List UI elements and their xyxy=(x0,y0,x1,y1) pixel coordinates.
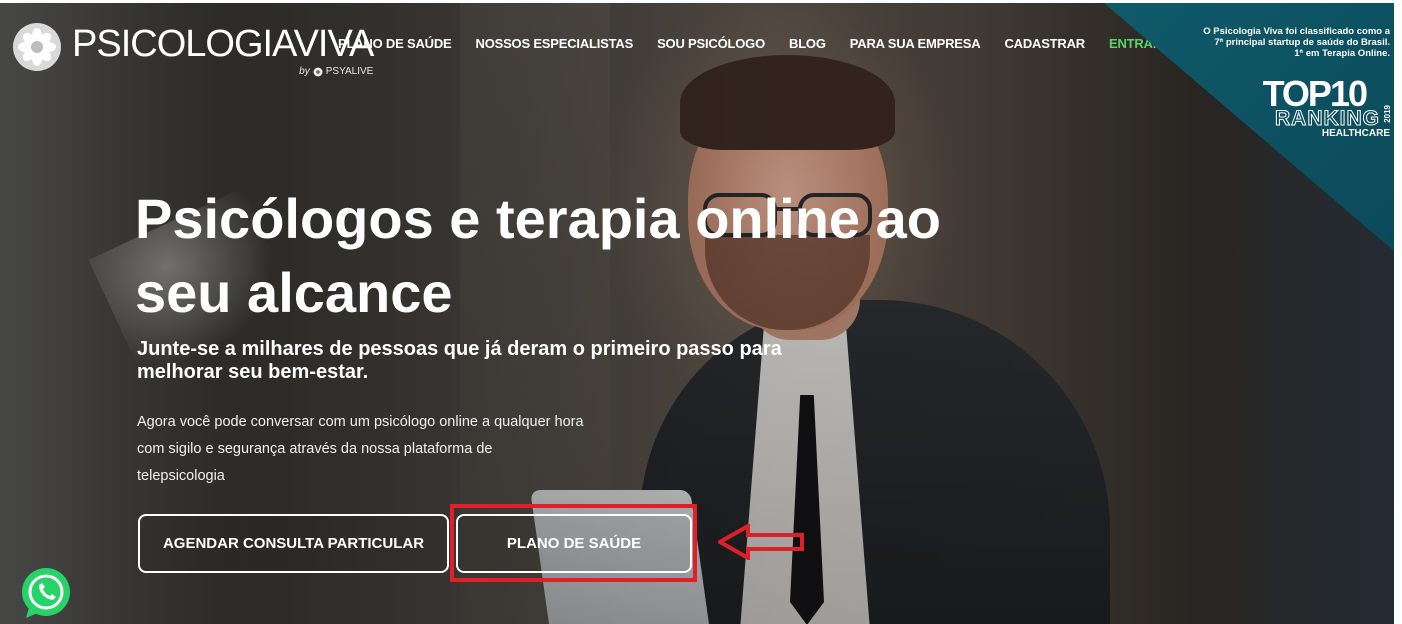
nav-plano-de-saude[interactable]: PLANO DE SAÚDE xyxy=(338,36,452,51)
main-nav: PLANO DE SAÚDE NOSSOS ESPECIALISTAS SOU … xyxy=(338,36,1162,51)
logo-psyalive: PSYALIVE xyxy=(325,66,374,77)
hero-headline: Psicólogos e terapia online ao seu alcan… xyxy=(135,182,955,330)
description-line-2: com sigilo e segurança através da nossa … xyxy=(137,441,493,457)
site-logo[interactable]: PSICOLOGIAVIVA by PSYALIVE xyxy=(12,22,374,77)
psyalive-logo-icon xyxy=(313,67,323,76)
hero-subheadline: Junte-se a milhares de pessoas que já de… xyxy=(137,338,877,384)
badge-line-3: 1ª em Terapia Online. xyxy=(1294,48,1390,59)
ranking-badge-text: O Psicologia Viva foi classificado como … xyxy=(1130,26,1390,59)
hero-description: Agora você pode conversar com um psicólo… xyxy=(137,409,677,490)
description-line-1: Agora você pode conversar com um psicólo… xyxy=(137,414,584,430)
badge-healthcare: HEALTHCARE xyxy=(1321,128,1390,139)
subheadline-line-2: melhorar seu bem-estar. xyxy=(137,361,369,383)
nav-sou-psicologo[interactable]: SOU PSICÓLOGO xyxy=(657,36,765,51)
schedule-private-button[interactable]: AGENDAR CONSULTA PARTICULAR xyxy=(138,514,449,573)
subheadline-line-1: Junte-se a milhares de pessoas que já de… xyxy=(137,338,782,360)
badge-ranking: RANKING xyxy=(1275,107,1380,130)
headline-line-1: Psicólogos e terapia online ao xyxy=(135,187,941,250)
badge-line-1: O Psicologia Viva foi classificado como … xyxy=(1203,26,1390,37)
logo-wordmark: PSICOLOGIAVIVA xyxy=(72,23,374,65)
annotation-highlight-box xyxy=(450,504,697,582)
flower-logo-icon xyxy=(13,23,61,71)
logo-by: by xyxy=(299,66,310,77)
top-border xyxy=(0,0,1402,3)
nav-cadastrar[interactable]: CADASTRAR xyxy=(1004,36,1085,51)
right-border xyxy=(1394,0,1402,624)
logo-byline: by PSYALIVE xyxy=(299,66,373,77)
left-arrow-annotation xyxy=(718,524,804,560)
headline-line-2: seu alcance xyxy=(135,261,453,324)
nav-blog[interactable]: BLOG xyxy=(789,36,826,51)
description-line-3: telepsicologia xyxy=(137,468,225,484)
nav-para-sua-empresa[interactable]: PARA SUA EMPRESA xyxy=(850,36,981,51)
badge-line-2: 7ª principal startup de saúde do Brasil. xyxy=(1214,37,1390,48)
whatsapp-icon[interactable] xyxy=(18,566,74,622)
badge-year: 2019 xyxy=(1383,105,1392,123)
nav-nossos-especialistas[interactable]: NOSSOS ESPECIALISTAS xyxy=(476,36,634,51)
